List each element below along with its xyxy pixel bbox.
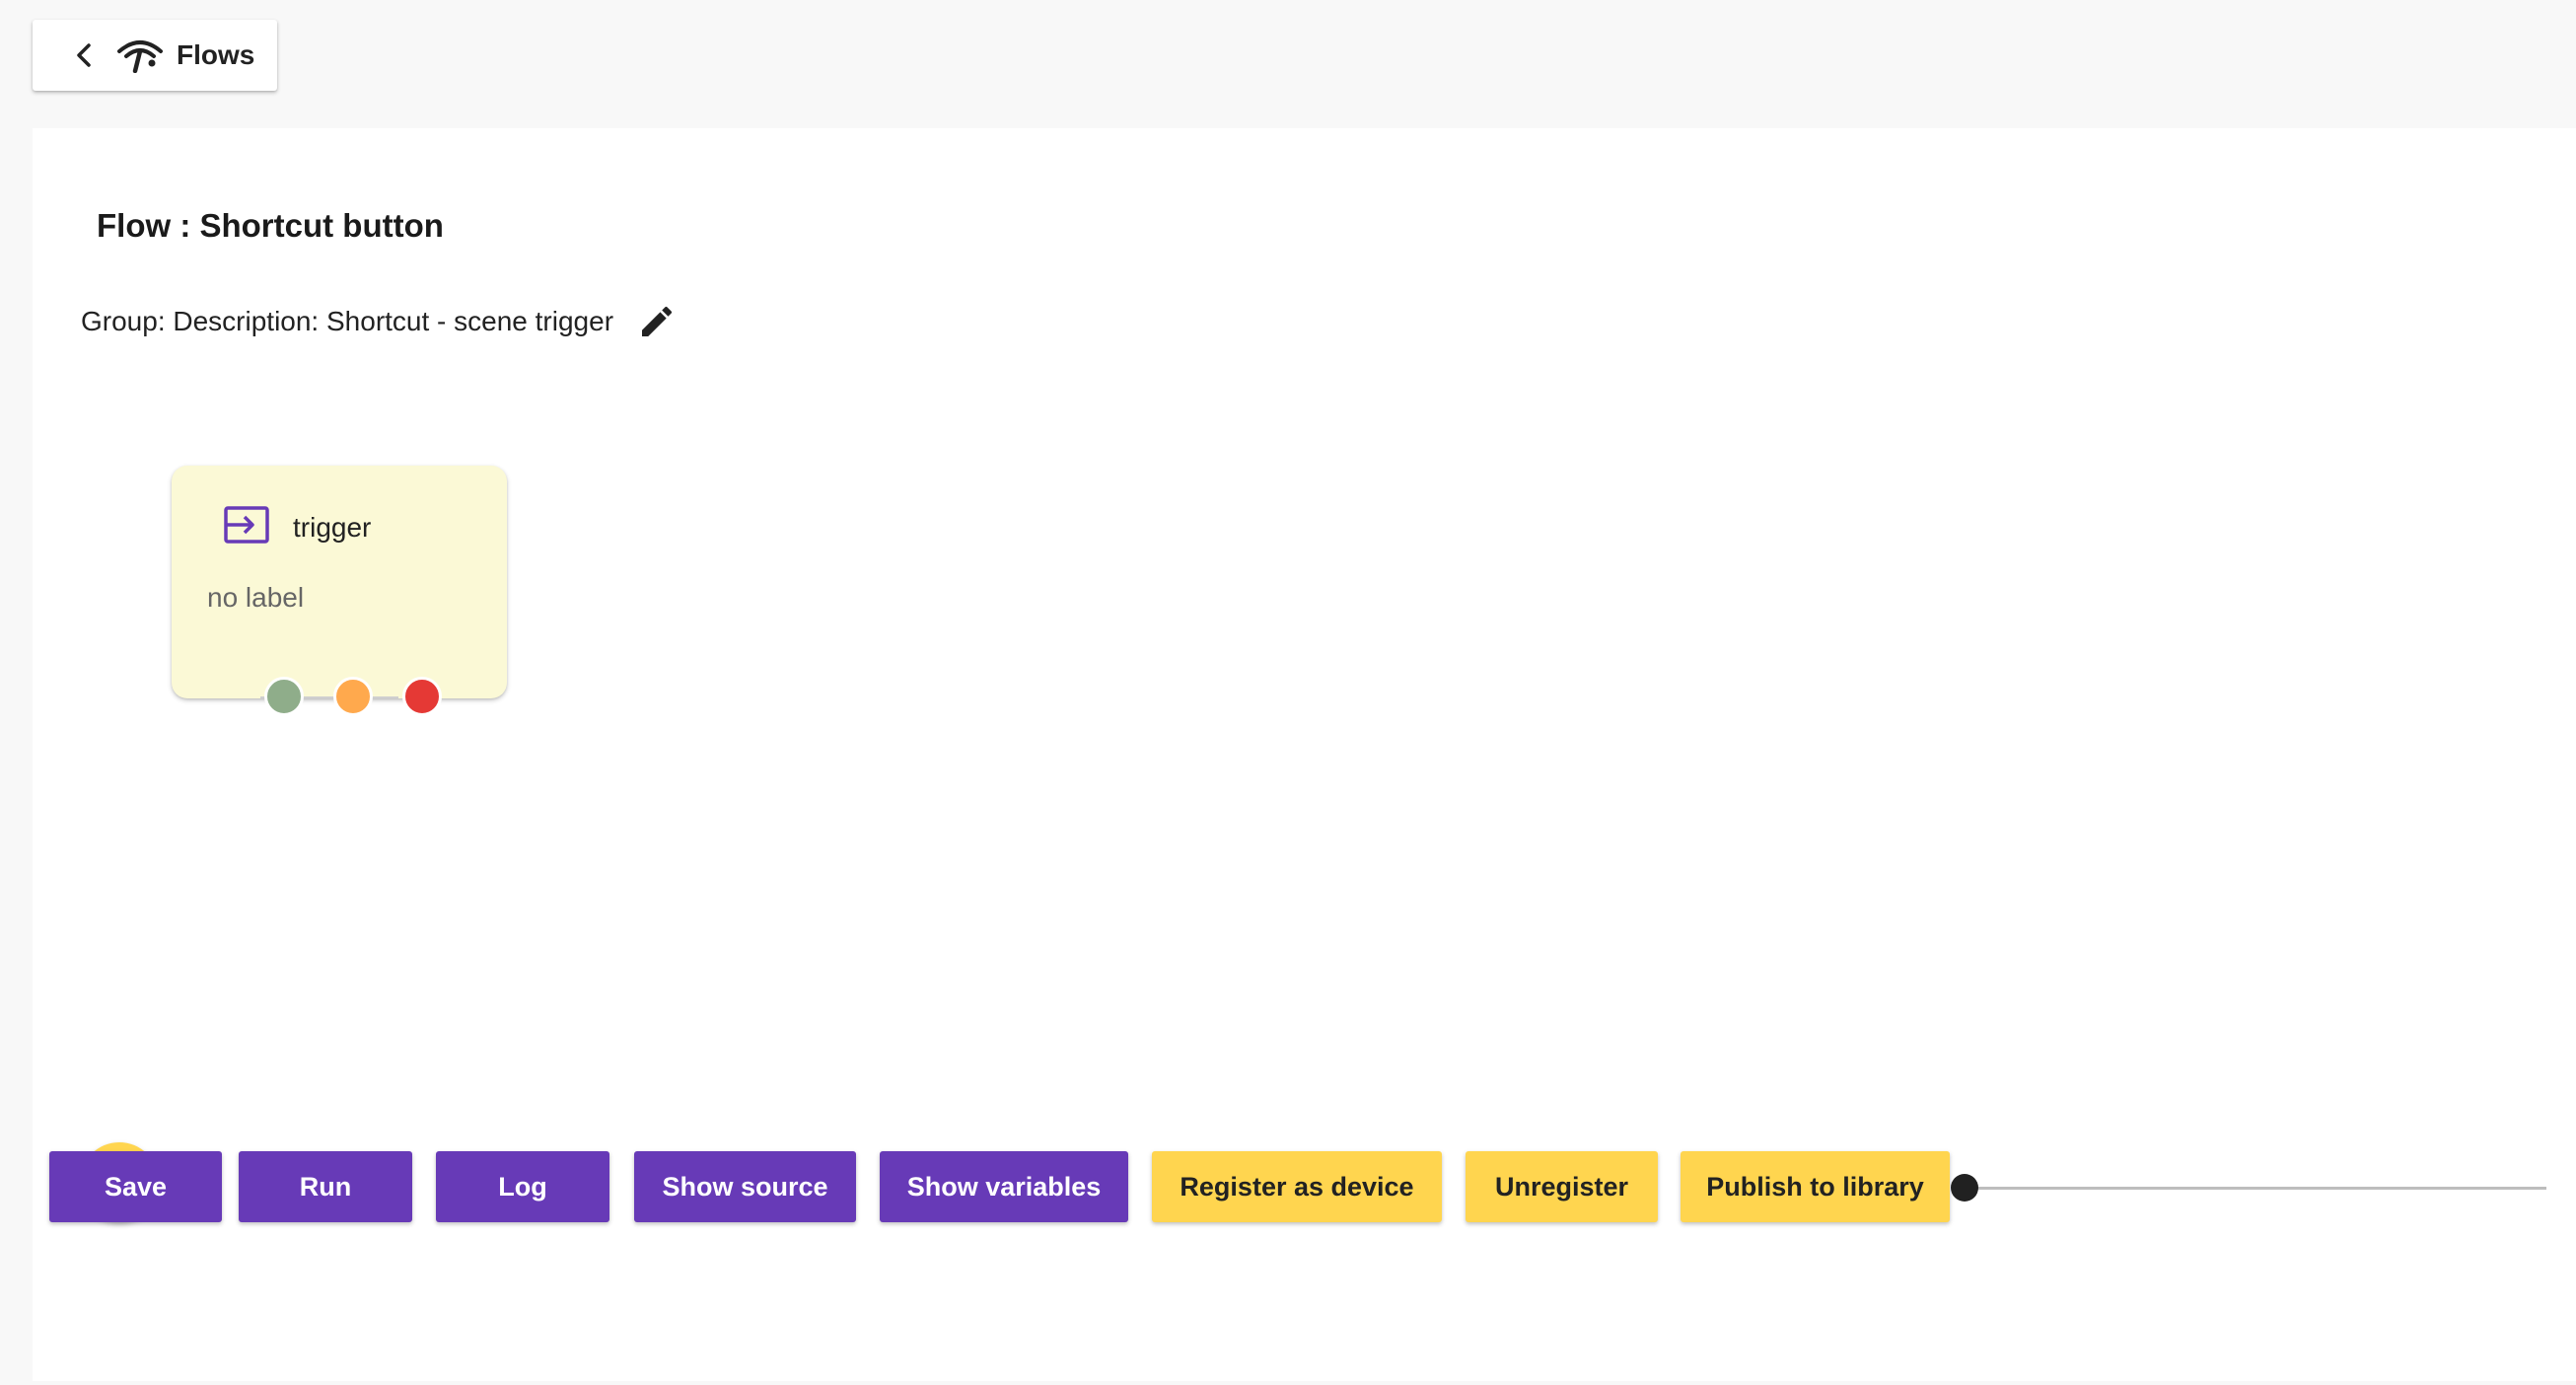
flow-description: Group: Description: Shortcut - scene tri… (81, 306, 614, 336)
zoom-slider[interactable] (1951, 1170, 2546, 1205)
register-as-device-button[interactable]: Register as device (1152, 1151, 1442, 1222)
port-error[interactable] (402, 677, 442, 716)
show-variables-button[interactable]: Show variables (880, 1151, 1128, 1222)
port-success[interactable] (264, 677, 304, 716)
page-title: Flow : Shortcut button (97, 207, 444, 244)
show-source-button[interactable]: Show source (634, 1151, 856, 1222)
flow-description-row: Group: Description: Shortcut - scene tri… (81, 302, 677, 341)
back-button-label: Flows (177, 39, 255, 70)
chevron-left-icon (76, 43, 92, 67)
slider-track (1970, 1187, 2546, 1190)
port-warning[interactable] (333, 677, 373, 716)
node-label: no label (207, 582, 305, 613)
back-to-flows-button[interactable]: Flows (33, 20, 277, 91)
unregister-button[interactable]: Unregister (1466, 1151, 1658, 1222)
publish-to-library-button[interactable]: Publish to library (1681, 1151, 1950, 1222)
pencil-icon[interactable] (637, 302, 677, 341)
wifi-antenna-logo-icon (117, 37, 163, 73)
input-arrow-icon (223, 505, 270, 545)
flow-node-trigger[interactable]: trigger no label (172, 466, 507, 716)
save-button[interactable]: Save (49, 1151, 222, 1222)
run-button[interactable]: Run (239, 1151, 412, 1222)
slider-thumb[interactable] (1951, 1174, 1978, 1202)
log-button[interactable]: Log (436, 1151, 609, 1222)
node-name: trigger (293, 512, 372, 543)
